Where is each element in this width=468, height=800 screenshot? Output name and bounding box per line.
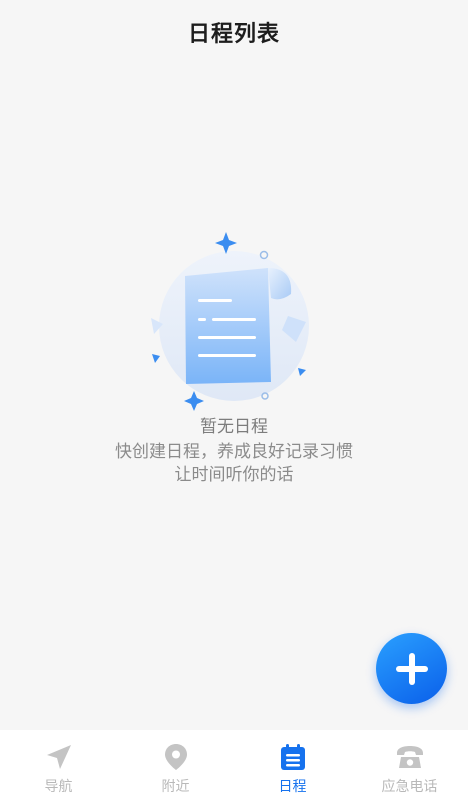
empty-state-line-2: 让时间听你的话 xyxy=(174,465,294,485)
tab-label-nearby: 附近 xyxy=(161,779,190,795)
tab-nearby[interactable]: 附近 xyxy=(117,730,234,800)
add-schedule-button[interactable] xyxy=(376,633,447,704)
tab-emergency-call[interactable]: 应急电话 xyxy=(351,730,468,800)
page-title: 日程列表 xyxy=(187,22,280,47)
empty-state-title: 暂无日程 xyxy=(200,417,268,437)
bottom-tab-bar: 导航 附近 日程 应急电话 xyxy=(0,730,468,800)
location-pin-icon xyxy=(161,742,191,772)
tab-label-navigation: 导航 xyxy=(44,779,73,795)
calendar-list-icon xyxy=(278,742,308,772)
tab-navigation[interactable]: 导航 xyxy=(0,730,117,800)
navigation-arrow-icon xyxy=(44,742,74,772)
tab-label-schedule: 日程 xyxy=(278,779,307,795)
tab-schedule[interactable]: 日程 xyxy=(234,730,351,800)
empty-state-line-1: 快创建日程，养成良好记录习惯 xyxy=(115,442,353,462)
empty-state-description: 快创建日程，养成良好记录习惯 让时间听你的话 xyxy=(0,441,468,487)
empty-document-illustration xyxy=(151,232,309,411)
telephone-icon xyxy=(395,742,425,772)
tab-label-emergency-call: 应急电话 xyxy=(381,779,438,795)
header: 日程列表 xyxy=(0,0,468,64)
plus-icon xyxy=(395,652,428,685)
